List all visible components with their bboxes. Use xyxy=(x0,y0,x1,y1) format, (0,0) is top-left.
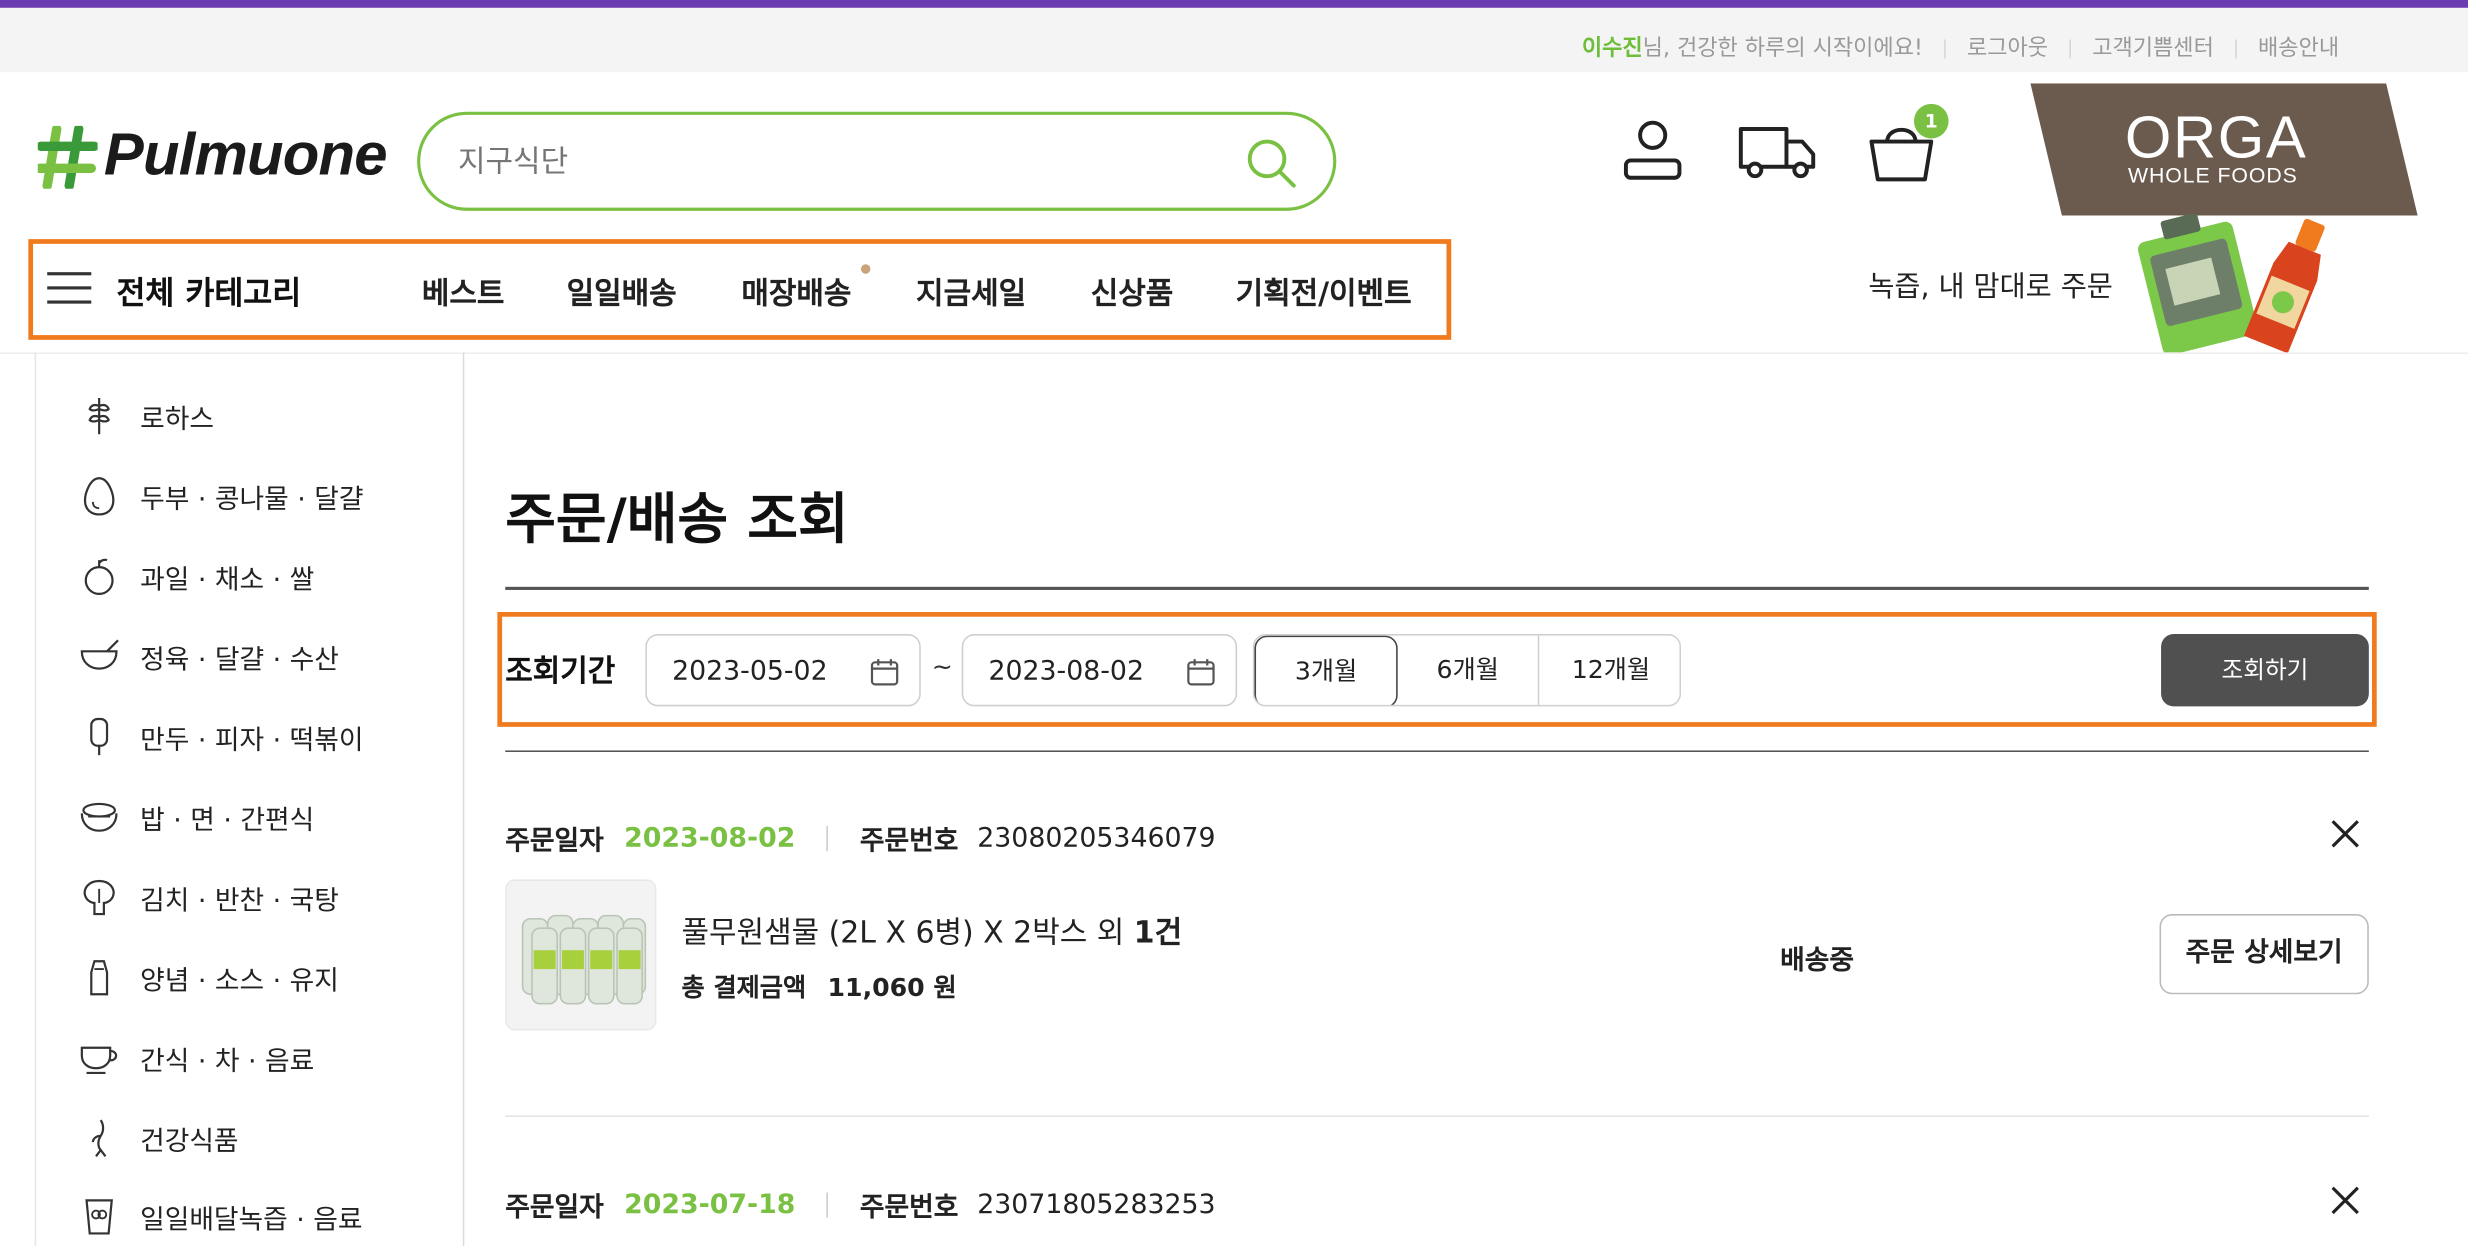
product-thumbnail[interactable] xyxy=(505,879,657,1031)
sidebar-item-lohas[interactable]: 로하스 xyxy=(79,395,214,436)
user-name: 이수진 xyxy=(1581,36,1643,62)
order-number: 23080205346079 xyxy=(977,822,1216,854)
hash-logo-icon xyxy=(37,125,98,189)
calendar-icon[interactable] xyxy=(1185,656,1216,687)
top-accent-line xyxy=(0,0,2468,8)
bowl-icon xyxy=(79,636,120,677)
sidebar-item-juice[interactable]: 일일배달녹즙 · 음료 xyxy=(79,1196,363,1237)
divider xyxy=(826,825,829,851)
pulmuone-logo[interactable]: Pulmuone xyxy=(37,122,388,191)
cart-count-badge: 1 xyxy=(1913,103,1949,139)
user-icon[interactable] xyxy=(1621,120,1684,183)
order-number-label: 주문번호 xyxy=(859,1192,959,1224)
sidebar-item-snack[interactable]: 간식 · 차 · 음료 xyxy=(79,1037,315,1078)
period-12-months-button[interactable]: 12개월 xyxy=(1539,635,1680,705)
nav-item-store-delivery[interactable]: 매장배송 xyxy=(741,271,851,313)
period-label: 조회기간 xyxy=(505,654,616,690)
product-name[interactable]: 풀무원샘물 (2L X 6병) X 2박스 외 1건 xyxy=(682,909,1183,951)
currency: 원 xyxy=(933,972,957,1003)
popsicle-icon xyxy=(79,716,120,757)
order-header: 주문일자 2023-08-02 주문번호 23080205346079 xyxy=(505,818,1215,857)
divider: | xyxy=(2066,36,2074,59)
logout-link[interactable]: 로그아웃 xyxy=(1967,31,2048,62)
sidebar-item-sauce[interactable]: 양념 · 소스 · 유지 xyxy=(79,957,339,998)
start-date-field[interactable]: 2023-05-02 xyxy=(645,634,921,707)
search-box xyxy=(417,111,1337,211)
search-input[interactable] xyxy=(458,140,1214,185)
order-date-label: 주문일자 xyxy=(505,825,604,858)
cabbage-icon xyxy=(79,876,120,917)
filter-divider xyxy=(505,750,2369,753)
close-icon[interactable] xyxy=(2329,818,2360,849)
order-detail-button[interactable]: 주문 상세보기 xyxy=(2159,914,2369,995)
wheat-icon xyxy=(79,395,120,436)
new-indicator-dot xyxy=(860,264,871,274)
divider: | xyxy=(1941,36,1949,59)
order-divider xyxy=(505,1115,2369,1117)
sidebar-item-rice[interactable]: 밥 · 면 · 간편식 xyxy=(79,796,315,837)
total-amount: 11,060 xyxy=(827,972,925,1003)
sidebar-item-fruit[interactable]: 과일 · 채소 · 쌀 xyxy=(79,555,315,596)
order-date: 2023-07-18 xyxy=(624,1188,796,1221)
sidebar-item-health[interactable]: 건강식품 xyxy=(79,1117,239,1158)
egg-icon xyxy=(79,475,120,516)
utility-bar: 이수진 님, 건강한 하루의 시작이에요! | 로그아웃 | 고객기쁨센터 | … xyxy=(0,7,2468,73)
order-number: 23071805283253 xyxy=(977,1188,1216,1221)
nav-item-best[interactable]: 베스트 xyxy=(422,271,505,313)
logo-text: Pulmuone xyxy=(103,122,388,189)
extra-item-count: 1건 xyxy=(1133,915,1183,951)
delivery-info-link[interactable]: 배송안내 xyxy=(2258,31,2339,62)
orga-title: ORGA xyxy=(2124,105,2308,172)
order-status: 배송중 xyxy=(1780,945,1855,977)
rice-bowl-icon xyxy=(79,796,120,837)
period-6-months-button[interactable]: 6개월 xyxy=(1397,635,1540,705)
order-number-label: 주문번호 xyxy=(859,825,959,858)
hamburger-menu-icon[interactable] xyxy=(47,272,92,304)
orga-subtitle: WHOLE FOODS xyxy=(2128,163,2298,188)
order-date: 2023-08-02 xyxy=(624,822,796,854)
period-selector: 3개월 6개월 12개월 xyxy=(1252,634,1682,707)
sidebar-item-kimchi[interactable]: 김치 · 반찬 · 국탕 xyxy=(79,876,339,917)
customer-center-link[interactable]: 고객기쁨센터 xyxy=(2092,31,2214,62)
ginseng-icon xyxy=(79,1117,120,1158)
sidebar-item-meat[interactable]: 정육 · 달걀 · 수산 xyxy=(79,636,339,677)
delivery-truck-icon[interactable] xyxy=(1736,120,1818,183)
sidebar-left-border xyxy=(34,352,37,1246)
period-3-months-button[interactable]: 3개월 xyxy=(1254,635,1398,705)
calendar-icon[interactable] xyxy=(869,656,900,687)
search-icon[interactable] xyxy=(1245,137,1299,190)
close-icon[interactable] xyxy=(2329,1185,2360,1216)
promo-text[interactable]: 녹즙, 내 맘대로 주문 xyxy=(1868,264,2113,305)
divider: | xyxy=(2232,36,2240,59)
juice-product-image[interactable] xyxy=(2137,213,2332,353)
sidebar-item-tofu[interactable]: 두부 · 콩나물 · 달걀 xyxy=(79,475,364,516)
apple-icon xyxy=(79,555,120,596)
total-label: 총 결제금액 xyxy=(681,972,807,1003)
order-date-label: 주문일자 xyxy=(505,1192,604,1224)
greeting-text: 님, 건강한 하루의 시작이에요! xyxy=(1642,36,1923,62)
nav-item-new[interactable]: 신상품 xyxy=(1091,271,1174,313)
page-title: 주문/배송 조회 xyxy=(505,489,849,553)
end-date-field[interactable]: 2023-08-02 xyxy=(961,634,1238,707)
nav-item-daily-delivery[interactable]: 일일배송 xyxy=(567,271,677,313)
search-orders-button[interactable]: 조회하기 xyxy=(2161,634,2369,707)
date-range-separator: ~ xyxy=(931,651,953,682)
sidebar-right-border xyxy=(462,352,465,1246)
start-date-value: 2023-05-02 xyxy=(672,656,828,688)
header-divider xyxy=(0,352,2468,354)
nav-item-events[interactable]: 기획전/이벤트 xyxy=(1236,271,1412,313)
order-total: 총 결제금액 11,060 원 xyxy=(682,966,957,1004)
divider xyxy=(826,1191,829,1217)
utility-links: 이수진 님, 건강한 하루의 시작이에요! | 로그아웃 | 고객기쁨센터 | … xyxy=(1582,31,2339,62)
nav-item-sale[interactable]: 지금세일 xyxy=(916,271,1026,313)
end-date-value: 2023-08-02 xyxy=(988,656,1144,688)
title-underline xyxy=(505,586,2369,590)
cup-icon xyxy=(79,1037,120,1078)
sidebar-item-dumpling[interactable]: 만두 · 피자 · 떡볶이 xyxy=(79,716,364,757)
juice-cup-icon xyxy=(79,1196,120,1237)
order-header: 주문일자 2023-07-18 주문번호 23071805283253 xyxy=(505,1185,1215,1224)
sauce-bottle-icon xyxy=(79,957,120,998)
water-bottles-image xyxy=(506,881,655,1029)
all-categories-button[interactable]: 전체 카테고리 xyxy=(116,267,301,313)
